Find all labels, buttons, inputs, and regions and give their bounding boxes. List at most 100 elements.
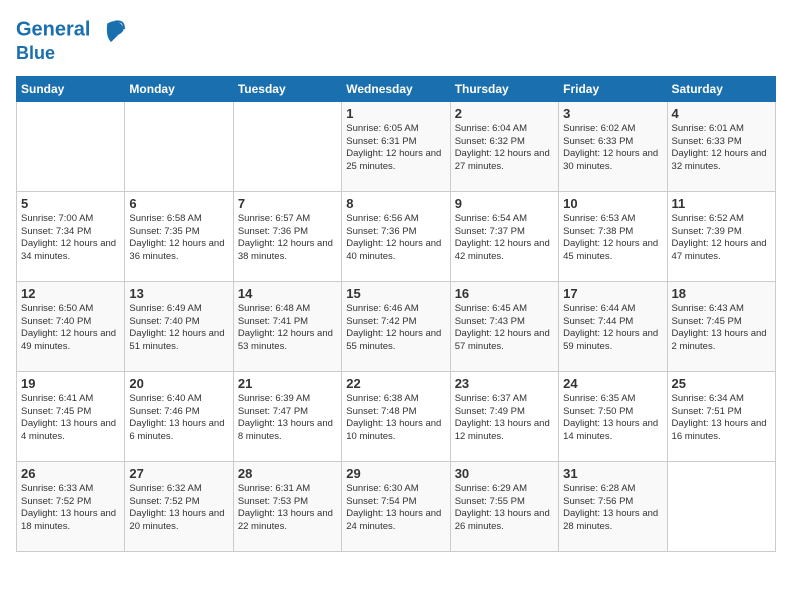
day-info: Sunrise: 6:50 AM Sunset: 7:40 PM Dayligh…: [21, 303, 120, 354]
calendar-cell: [233, 101, 341, 191]
day-number: 15: [346, 286, 445, 301]
day-info: Sunrise: 6:52 AM Sunset: 7:39 PM Dayligh…: [672, 213, 771, 264]
day-info: Sunrise: 6:53 AM Sunset: 7:38 PM Dayligh…: [563, 213, 662, 264]
logo-text: General: [16, 16, 126, 44]
calendar-cell: 15 Sunrise: 6:46 AM Sunset: 7:42 PM Dayli…: [342, 281, 450, 371]
calendar-cell: 29 Sunrise: 6:30 AM Sunset: 7:54 PM Dayli…: [342, 461, 450, 551]
calendar-cell: 30 Sunrise: 6:29 AM Sunset: 7:55 PM Dayli…: [450, 461, 558, 551]
day-info: Sunrise: 6:58 AM Sunset: 7:35 PM Dayligh…: [129, 213, 228, 264]
day-info: Sunrise: 6:57 AM Sunset: 7:36 PM Dayligh…: [238, 213, 337, 264]
calendar-cell: 5 Sunrise: 7:00 AM Sunset: 7:34 PM Daylig…: [17, 191, 125, 281]
logo: General Blue: [16, 16, 126, 64]
day-info: Sunrise: 6:40 AM Sunset: 7:46 PM Dayligh…: [129, 393, 228, 444]
day-number: 24: [563, 376, 662, 391]
calendar-cell: 10 Sunrise: 6:53 AM Sunset: 7:38 PM Dayli…: [559, 191, 667, 281]
day-number: 7: [238, 196, 337, 211]
day-info: Sunrise: 6:49 AM Sunset: 7:40 PM Dayligh…: [129, 303, 228, 354]
calendar-cell: 28 Sunrise: 6:31 AM Sunset: 7:53 PM Dayli…: [233, 461, 341, 551]
calendar-cell: 27 Sunrise: 6:32 AM Sunset: 7:52 PM Dayli…: [125, 461, 233, 551]
calendar-cell: 14 Sunrise: 6:48 AM Sunset: 7:41 PM Dayli…: [233, 281, 341, 371]
calendar-table: SundayMondayTuesdayWednesdayThursdayFrid…: [16, 76, 776, 552]
day-number: 14: [238, 286, 337, 301]
calendar-cell: 26Sunrise: 6:33 AM Sunset: 7:52 PM Dayli…: [17, 461, 125, 551]
day-info: Sunrise: 6:29 AM Sunset: 7:55 PM Dayligh…: [455, 483, 554, 534]
day-info: Sunrise: 6:35 AM Sunset: 7:50 PM Dayligh…: [563, 393, 662, 444]
day-info: Sunrise: 6:46 AM Sunset: 7:42 PM Dayligh…: [346, 303, 445, 354]
calendar-cell: 19 Sunrise: 6:41 AM Sunset: 7:45 PM Dayli…: [17, 371, 125, 461]
day-number: 30: [455, 466, 554, 481]
calendar-cell: [667, 461, 775, 551]
day-info: Sunrise: 6:41 AM Sunset: 7:45 PM Dayligh…: [21, 393, 120, 444]
day-number: 8: [346, 196, 445, 211]
calendar-cell: 13 Sunrise: 6:49 AM Sunset: 7:40 PM Dayli…: [125, 281, 233, 371]
calendar-cell: 17 Sunrise: 6:44 AM Sunset: 7:44 PM Dayli…: [559, 281, 667, 371]
day-info: Sunrise: 6:05 AM Sunset: 6:31 PM Dayligh…: [346, 123, 445, 174]
calendar-cell: 2Sunrise: 6:04 AM Sunset: 6:32 PM Daylig…: [450, 101, 558, 191]
weekday-header: Monday: [125, 76, 233, 101]
calendar-cell: 22 Sunrise: 6:38 AM Sunset: 7:48 PM Dayli…: [342, 371, 450, 461]
logo-blue: Blue: [16, 44, 126, 64]
calendar-cell: 9 Sunrise: 6:54 AM Sunset: 7:37 PM Daylig…: [450, 191, 558, 281]
day-number: 21: [238, 376, 337, 391]
weekday-header: Tuesday: [233, 76, 341, 101]
weekday-header: Saturday: [667, 76, 775, 101]
day-number: 3: [563, 106, 662, 121]
day-number: 4: [672, 106, 771, 121]
calendar-cell: 18Sunrise: 6:43 AM Sunset: 7:45 PM Dayli…: [667, 281, 775, 371]
calendar-cell: 12 Sunrise: 6:50 AM Sunset: 7:40 PM Dayli…: [17, 281, 125, 371]
calendar-cell: 16Sunrise: 6:45 AM Sunset: 7:43 PM Dayli…: [450, 281, 558, 371]
day-number: 26: [21, 466, 120, 481]
day-info: Sunrise: 6:38 AM Sunset: 7:48 PM Dayligh…: [346, 393, 445, 444]
weekday-header: Wednesday: [342, 76, 450, 101]
weekday-header: Sunday: [17, 76, 125, 101]
day-info: Sunrise: 6:45 AM Sunset: 7:43 PM Dayligh…: [455, 303, 554, 354]
calendar-cell: 6 Sunrise: 6:58 AM Sunset: 7:35 PM Daylig…: [125, 191, 233, 281]
calendar-cell: 8Sunrise: 6:56 AM Sunset: 7:36 PM Daylig…: [342, 191, 450, 281]
day-number: 25: [672, 376, 771, 391]
day-info: Sunrise: 6:34 AM Sunset: 7:51 PM Dayligh…: [672, 393, 771, 444]
day-number: 18: [672, 286, 771, 301]
calendar-cell: [17, 101, 125, 191]
day-number: 20: [129, 376, 228, 391]
day-info: Sunrise: 6:30 AM Sunset: 7:54 PM Dayligh…: [346, 483, 445, 534]
day-number: 13: [129, 286, 228, 301]
day-number: 11: [672, 196, 771, 211]
day-info: Sunrise: 6:28 AM Sunset: 7:56 PM Dayligh…: [563, 483, 662, 534]
calendar-cell: 3 Sunrise: 6:02 AM Sunset: 6:33 PM Daylig…: [559, 101, 667, 191]
day-number: 28: [238, 466, 337, 481]
calendar-cell: 23 Sunrise: 6:37 AM Sunset: 7:49 PM Dayli…: [450, 371, 558, 461]
day-info: Sunrise: 6:54 AM Sunset: 7:37 PM Dayligh…: [455, 213, 554, 264]
day-info: Sunrise: 6:01 AM Sunset: 6:33 PM Dayligh…: [672, 123, 771, 174]
day-number: 9: [455, 196, 554, 211]
calendar-cell: 1 Sunrise: 6:05 AM Sunset: 6:31 PM Daylig…: [342, 101, 450, 191]
day-info: Sunrise: 6:02 AM Sunset: 6:33 PM Dayligh…: [563, 123, 662, 174]
day-number: 6: [129, 196, 228, 211]
day-number: 17: [563, 286, 662, 301]
calendar-cell: 21 Sunrise: 6:39 AM Sunset: 7:47 PM Dayli…: [233, 371, 341, 461]
day-info: Sunrise: 7:00 AM Sunset: 7:34 PM Dayligh…: [21, 213, 120, 264]
day-number: 10: [563, 196, 662, 211]
day-number: 22: [346, 376, 445, 391]
day-info: Sunrise: 6:39 AM Sunset: 7:47 PM Dayligh…: [238, 393, 337, 444]
day-info: Sunrise: 6:44 AM Sunset: 7:44 PM Dayligh…: [563, 303, 662, 354]
day-number: 23: [455, 376, 554, 391]
day-info: Sunrise: 6:32 AM Sunset: 7:52 PM Dayligh…: [129, 483, 228, 534]
calendar-cell: 7 Sunrise: 6:57 AM Sunset: 7:36 PM Daylig…: [233, 191, 341, 281]
calendar-cell: 24 Sunrise: 6:35 AM Sunset: 7:50 PM Dayli…: [559, 371, 667, 461]
calendar-cell: 25 Sunrise: 6:34 AM Sunset: 7:51 PM Dayli…: [667, 371, 775, 461]
day-number: 29: [346, 466, 445, 481]
day-number: 5: [21, 196, 120, 211]
day-number: 19: [21, 376, 120, 391]
day-info: Sunrise: 6:31 AM Sunset: 7:53 PM Dayligh…: [238, 483, 337, 534]
calendar-cell: [125, 101, 233, 191]
calendar-cell: 4 Sunrise: 6:01 AM Sunset: 6:33 PM Daylig…: [667, 101, 775, 191]
calendar-cell: 31Sunrise: 6:28 AM Sunset: 7:56 PM Dayli…: [559, 461, 667, 551]
page-header: General Blue: [16, 16, 776, 64]
day-number: 27: [129, 466, 228, 481]
day-number: 12: [21, 286, 120, 301]
calendar-cell: 11 Sunrise: 6:52 AM Sunset: 7:39 PM Dayli…: [667, 191, 775, 281]
weekday-header: Friday: [559, 76, 667, 101]
day-number: 1: [346, 106, 445, 121]
day-info: Sunrise: 6:37 AM Sunset: 7:49 PM Dayligh…: [455, 393, 554, 444]
day-info: Sunrise: 6:48 AM Sunset: 7:41 PM Dayligh…: [238, 303, 337, 354]
